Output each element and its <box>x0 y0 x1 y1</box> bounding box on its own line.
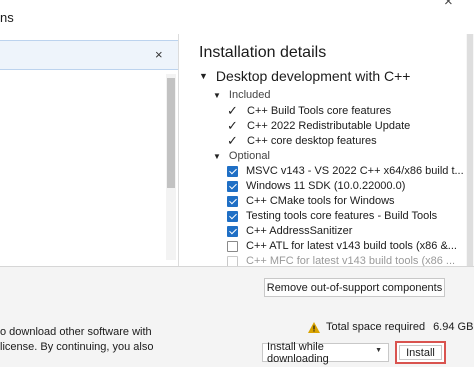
optional-item-label: C++ AddressSanitizer <box>246 225 353 237</box>
checkbox-checked[interactable] <box>227 165 238 177</box>
included-item-label: C++ Build Tools core features <box>247 105 392 117</box>
optional-item[interactable]: MSVC v143 - VS 2022 C++ x64/x86 build t.… <box>227 163 464 179</box>
install-mode-dropdown[interactable]: Install while downloading ▼ <box>262 340 389 365</box>
close-icon[interactable]: × <box>444 0 453 10</box>
clear-search-icon[interactable]: × <box>155 47 163 62</box>
window-title: ns <box>0 10 14 25</box>
chevron-down-icon: ▼ <box>375 347 382 354</box>
footer: Remove out-of-support components o downl… <box>0 267 474 367</box>
workloads-pane: × <box>0 34 178 266</box>
workload-label: Desktop development with C++ <box>215 68 411 84</box>
install-button-highlight[interactable]: Install <box>395 341 446 364</box>
included-item: ✓ C++ 2022 Redistributable Update <box>227 118 410 134</box>
expand-triangle-icon[interactable]: ▼ <box>213 152 221 161</box>
optional-item-label: C++ ATL for latest v143 build tools (x86… <box>246 240 457 252</box>
remove-out-of-support-button[interactable]: Remove out-of-support components <box>264 278 445 297</box>
optional-item-label: Testing tools core features - Build Tool… <box>246 210 438 222</box>
optional-item-label: C++ CMake tools for Windows <box>246 195 395 207</box>
checkbox-checked[interactable] <box>227 180 238 192</box>
details-scrollbar[interactable] <box>466 34 474 266</box>
included-item: ✓ C++ core desktop features <box>227 133 377 149</box>
optional-item[interactable]: C++ CMake tools for Windows <box>227 193 395 209</box>
space-required: Total space required 6.94 GB <box>308 321 473 333</box>
checkbox-checked[interactable] <box>227 225 238 237</box>
included-label: Included <box>228 89 271 101</box>
installation-details-title: Installation details <box>199 44 327 61</box>
details-scrollbar-thumb[interactable] <box>467 34 473 266</box>
install-mode-value: Install while downloading <box>267 340 329 365</box>
optional-item[interactable]: Testing tools core features - Build Tool… <box>227 208 437 224</box>
space-label: Total space required <box>326 321 426 333</box>
checkmark-icon: ✓ <box>227 133 238 148</box>
search-input[interactable]: × <box>0 40 178 70</box>
install-button[interactable]: Install <box>399 345 442 360</box>
checkbox-checked[interactable] <box>227 210 238 222</box>
optional-section[interactable]: ▼ Optional <box>213 150 270 162</box>
checkmark-icon: ✓ <box>227 118 238 133</box>
optional-item[interactable]: C++ MFC for latest v143 build tools (x86… <box>227 253 455 266</box>
workload-header[interactable]: ▼ Desktop development with C++ <box>199 68 410 84</box>
included-section[interactable]: ▼ Included <box>213 89 271 101</box>
title-bar: ns × <box>0 0 474 34</box>
included-item-label: C++ core desktop features <box>247 135 377 147</box>
optional-item-label: C++ MFC for latest v143 build tools (x86… <box>246 255 456 266</box>
optional-item-label: Windows 11 SDK (10.0.22000.0) <box>246 180 406 192</box>
checkbox-unchecked[interactable] <box>227 255 238 266</box>
left-scrollbar-thumb[interactable] <box>167 78 175 188</box>
checkbox-unchecked[interactable] <box>227 240 238 252</box>
license-line: license. By continuing, you also <box>0 341 154 353</box>
license-line: o download other software with <box>0 326 152 338</box>
left-scrollbar[interactable] <box>166 74 176 260</box>
checkmark-icon: ✓ <box>227 103 238 118</box>
space-value: 6.94 GB <box>433 321 474 333</box>
optional-item[interactable]: C++ AddressSanitizer <box>227 223 352 239</box>
license-text: o download other software with license. … <box>0 325 153 355</box>
expand-triangle-icon[interactable]: ▼ <box>213 91 221 100</box>
warning-icon <box>308 321 320 333</box>
included-item-label: C++ 2022 Redistributable Update <box>247 120 411 132</box>
optional-item-label: MSVC v143 - VS 2022 C++ x64/x86 build t.… <box>246 165 464 177</box>
installation-details-pane: Installation details ▼ Desktop developme… <box>179 34 474 266</box>
checkbox-checked[interactable] <box>227 195 238 207</box>
optional-label: Optional <box>228 150 270 162</box>
optional-item[interactable]: C++ ATL for latest v143 build tools (x86… <box>227 238 457 254</box>
install-label: Install <box>406 346 435 359</box>
included-item: ✓ C++ Build Tools core features <box>227 103 391 119</box>
expand-triangle-icon[interactable]: ▼ <box>199 71 208 81</box>
optional-item[interactable]: Windows 11 SDK (10.0.22000.0) <box>227 178 405 194</box>
